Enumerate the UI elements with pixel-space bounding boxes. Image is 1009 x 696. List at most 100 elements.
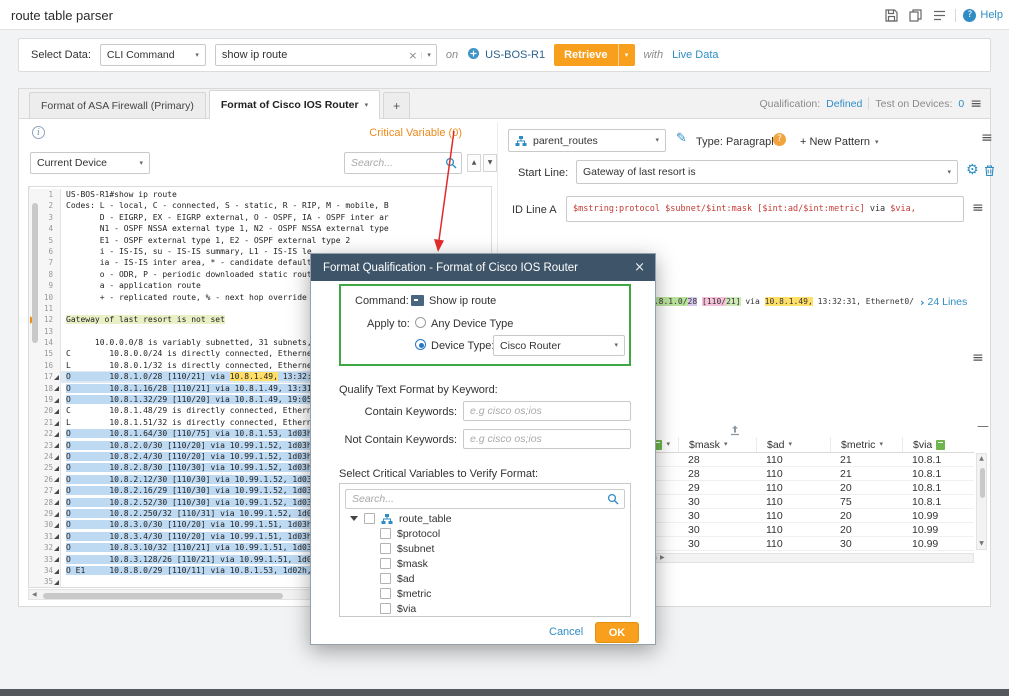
critical-variable-link[interactable]: Critical Variable (0) xyxy=(369,127,462,139)
search-icon[interactable] xyxy=(607,493,619,505)
checkbox[interactable] xyxy=(364,513,375,524)
current-device-select[interactable]: Current Device ▾ xyxy=(30,152,150,174)
save-icon[interactable] xyxy=(883,7,900,24)
column-icon xyxy=(936,440,945,450)
close-icon[interactable]: × xyxy=(634,261,645,274)
start-line-select[interactable]: Gateway of last resort is ▾ xyxy=(576,160,958,184)
tab-cisco-format[interactable]: Format of Cisco IOS Router ▾ xyxy=(209,90,380,119)
command-input[interactable] xyxy=(216,49,404,61)
tree-item[interactable]: $metric xyxy=(340,586,630,601)
checkbox[interactable] xyxy=(380,558,391,569)
table-cell: 10.8.1 xyxy=(902,482,974,494)
code-line[interactable]: 3 D - EIGRP, EX - EIGRP external, O - OS… xyxy=(29,212,479,223)
ok-button[interactable]: OK xyxy=(595,622,639,643)
code-line[interactable]: 4 N1 - OSPF NSSA external type 1, N2 - O… xyxy=(29,223,479,234)
clear-icon[interactable]: × xyxy=(404,50,421,61)
code-text: i - IS-IS, su - IS-IS summary, L1 - IS-I… xyxy=(66,247,312,256)
search-next-button[interactable]: ▼ xyxy=(483,154,497,172)
scroll-left-icon[interactable]: ◀ xyxy=(32,592,37,598)
line-number: 20 xyxy=(37,405,53,416)
menu-icon[interactable]: ≡ xyxy=(972,351,984,365)
table-cell: 110 xyxy=(756,454,830,466)
column-header-mask[interactable]: $mask▾ xyxy=(678,437,756,452)
column-header-metric[interactable]: $metric▾ xyxy=(830,437,902,452)
gutter-spacer xyxy=(53,192,60,198)
line-number: 24 xyxy=(37,451,53,462)
checkbox[interactable] xyxy=(380,528,391,539)
checkbox[interactable] xyxy=(380,543,391,554)
scrollbar-thumb[interactable] xyxy=(980,468,985,498)
pattern-select[interactable]: parent_routes ▾ xyxy=(508,129,666,152)
contain-keywords-input[interactable] xyxy=(463,401,631,421)
code-text: O 10.8.1.0/28 [110/21] via xyxy=(66,372,230,381)
collapse-caret-icon[interactable] xyxy=(350,516,358,521)
chevron-down-icon[interactable]: ▾ xyxy=(666,441,670,448)
collapse-icon[interactable]: — xyxy=(977,420,989,432)
column-header-via[interactable]: $via xyxy=(902,437,974,452)
not-contain-keywords-input[interactable] xyxy=(463,429,631,449)
data-source-select[interactable]: CLI Command ▾ xyxy=(100,44,206,66)
code-line[interactable]: 5 E1 - OSPF external type 1, E2 - OSPF e… xyxy=(29,235,479,246)
radio-device-type[interactable] xyxy=(415,339,426,350)
device-chip[interactable]: US-BOS-R1 xyxy=(467,47,545,63)
gear-icon[interactable]: ⚙ xyxy=(966,163,979,177)
start-line-value: Gateway of last resort is xyxy=(583,166,696,178)
copy-icon[interactable] xyxy=(907,7,924,24)
tree-item[interactable]: $mask xyxy=(340,556,630,571)
tab-asa-format[interactable]: Format of ASA Firewall (Primary) xyxy=(29,92,206,118)
tree-root-row[interactable]: route_table xyxy=(340,511,630,526)
column-header-ad[interactable]: $ad▾ xyxy=(756,437,830,452)
live-data-link[interactable]: Live Data xyxy=(672,49,718,61)
search-prev-button[interactable]: ▲ xyxy=(467,154,481,172)
matched-lines-link[interactable]: › 24 Lines xyxy=(920,296,967,308)
device-type-select[interactable]: Cisco Router ▾ xyxy=(493,335,625,356)
code-line[interactable]: 1US-BOS-R1#show ip route xyxy=(29,189,479,200)
radio-any-device-type[interactable] xyxy=(415,317,426,328)
retrieve-button[interactable]: Retrieve ▾ xyxy=(554,44,634,66)
editor-search-input[interactable] xyxy=(345,157,445,169)
tree-item[interactable]: $protocol xyxy=(340,526,630,541)
cancel-button[interactable]: Cancel xyxy=(549,626,583,638)
tree-item[interactable]: $via xyxy=(340,601,630,616)
chevron-down-icon[interactable]: ▾ xyxy=(421,52,436,59)
search-icon[interactable] xyxy=(445,157,457,169)
scroll-right-icon[interactable]: ▶ xyxy=(660,555,665,561)
checkbox[interactable] xyxy=(380,573,391,584)
trash-icon[interactable] xyxy=(983,164,996,180)
chevron-down-icon[interactable]: ▾ xyxy=(879,441,883,448)
gutter-spacer xyxy=(53,249,60,255)
add-format-tab[interactable]: + xyxy=(383,92,410,118)
list-icon[interactable] xyxy=(931,7,948,24)
dialog-titlebar[interactable]: Format Qualification - Format of Cisco I… xyxy=(311,254,655,281)
code-text: O 10.8.2.250/32 [110/31] via 10.99.1.52,… xyxy=(66,509,312,518)
chevron-down-icon[interactable]: ▾ xyxy=(724,441,728,448)
checkbox[interactable] xyxy=(380,588,391,599)
checkbox[interactable] xyxy=(380,603,391,614)
table-cell: 30 xyxy=(678,538,756,550)
scrollbar-thumb[interactable] xyxy=(32,203,38,343)
info-icon[interactable]: i xyxy=(32,126,45,139)
tree-search-input[interactable] xyxy=(346,493,607,505)
code-line[interactable]: 2Codes: L - local, C - connected, S - st… xyxy=(29,200,479,211)
tree-item[interactable]: $ad xyxy=(340,571,630,586)
scrollbar-thumb[interactable] xyxy=(43,593,283,599)
menu-icon[interactable]: ≡ xyxy=(981,131,993,145)
menu-icon[interactable]: ≡ xyxy=(972,201,984,215)
new-pattern-button[interactable]: + New Pattern ▾ xyxy=(800,136,879,148)
scroll-up-icon[interactable]: ▲ xyxy=(979,456,984,462)
test-devices-value[interactable]: 0 xyxy=(958,98,964,110)
help-link[interactable]: ? Help xyxy=(963,9,1003,22)
edit-icon[interactable]: ✎ xyxy=(676,132,687,145)
menu-icon[interactable]: ≡ xyxy=(970,97,982,111)
scroll-down-icon[interactable]: ▼ xyxy=(979,541,984,547)
retrieve-dropdown-icon[interactable]: ▾ xyxy=(618,44,635,66)
code-text: O 10.8.3.4/30 [110/20] via 10.99.1.51, 1… xyxy=(66,532,312,541)
chevron-down-icon[interactable]: ▾ xyxy=(789,441,793,448)
help-icon[interactable]: ? xyxy=(773,133,786,146)
gutter-spacer xyxy=(53,260,60,266)
tree-item[interactable]: $subnet xyxy=(340,541,630,556)
table-vertical-scrollbar[interactable]: ▲ ▼ xyxy=(976,453,987,550)
id-line-pattern-box[interactable]: $mstring:protocol $subnet/$int:mask [$in… xyxy=(566,196,964,222)
qualification-value[interactable]: Defined xyxy=(826,98,862,110)
line-number: 25 xyxy=(37,462,53,473)
